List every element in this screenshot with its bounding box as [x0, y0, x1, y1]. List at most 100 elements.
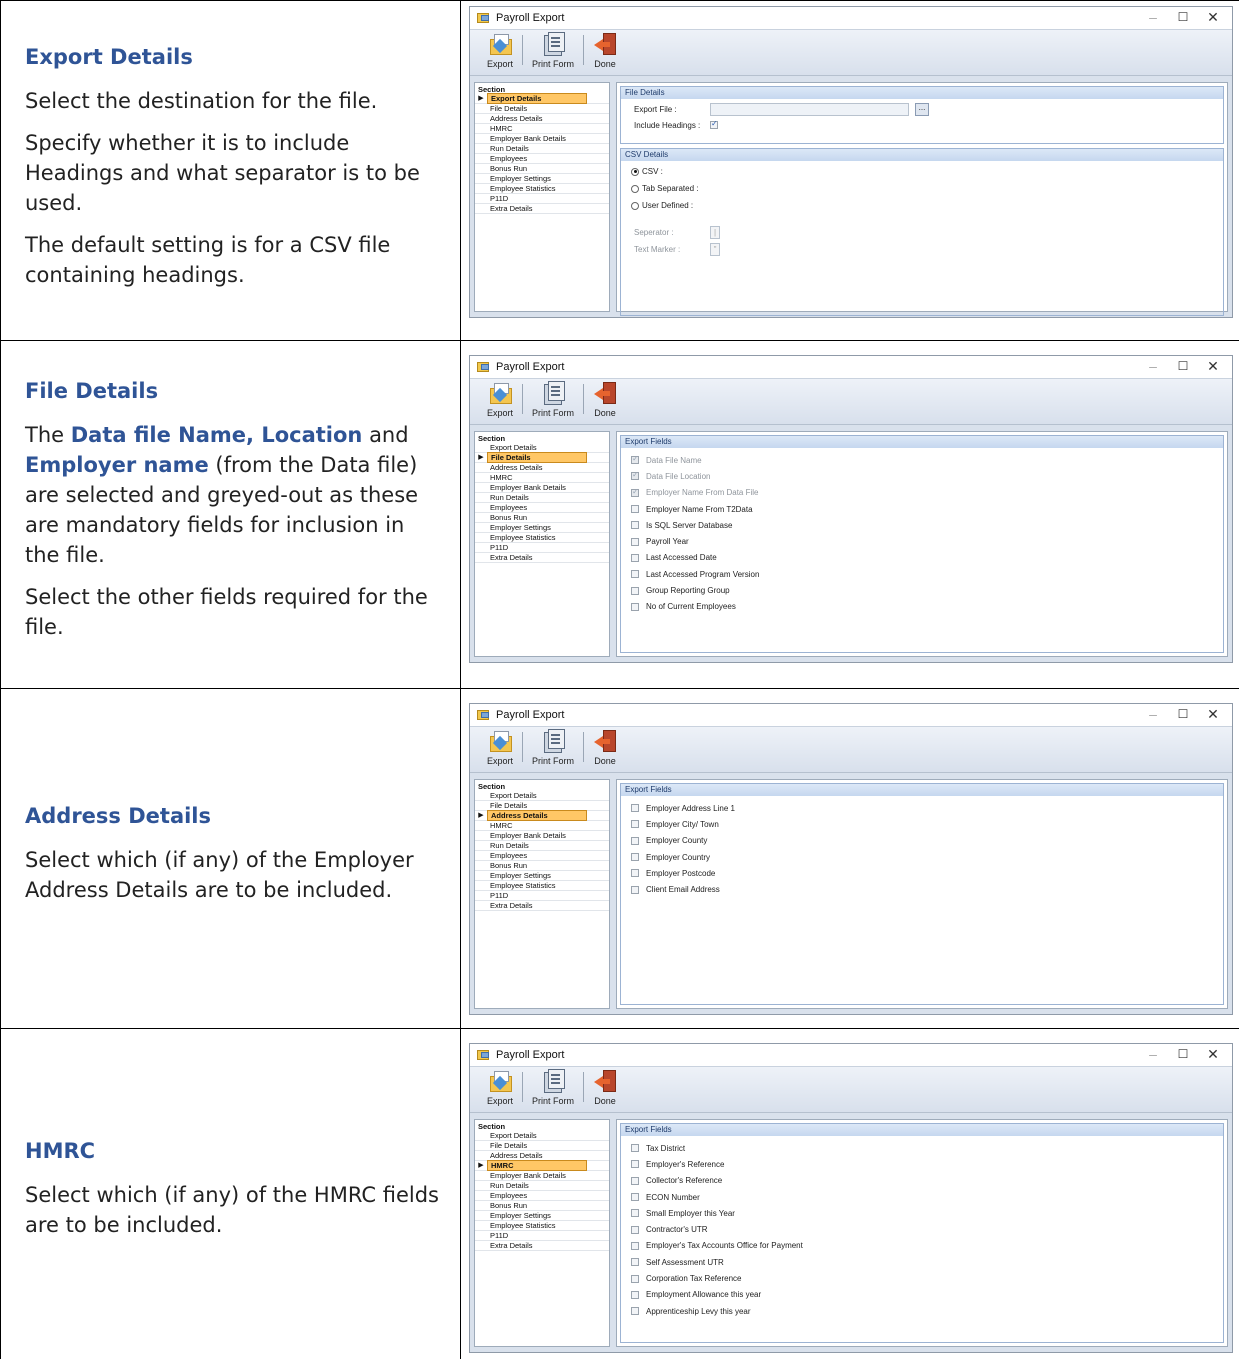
section-item[interactable]: Export Details	[475, 791, 609, 801]
section-item[interactable]: Employees	[475, 503, 609, 513]
separator-input[interactable]: |	[710, 226, 720, 239]
field-checkbox[interactable]	[631, 1275, 639, 1283]
field-checkbox[interactable]	[631, 1226, 639, 1234]
section-item[interactable]: Employer Bank Details	[475, 1171, 609, 1181]
section-item[interactable]: P11D	[475, 891, 609, 901]
section-item[interactable]: Bonus Run	[475, 1201, 609, 1211]
section-item[interactable]: Extra Details	[475, 901, 609, 911]
section-item[interactable]: Bonus Run	[475, 164, 609, 174]
section-item[interactable]: Employer Settings	[475, 523, 609, 533]
section-item[interactable]: Employee Statistics	[475, 184, 609, 194]
section-item[interactable]: Run Details	[475, 1181, 609, 1191]
tab-separated-radio[interactable]	[631, 185, 639, 193]
section-item[interactable]: ▶HMRC	[475, 1161, 609, 1171]
section-item[interactable]: Employees	[475, 154, 609, 164]
section-item[interactable]: Employer Settings	[475, 174, 609, 184]
section-item[interactable]: ▶Address Details	[475, 811, 609, 821]
section-item[interactable]: ▶File Details	[475, 453, 609, 463]
export-button[interactable]: Export	[484, 31, 516, 69]
user-defined-radio[interactable]	[631, 202, 639, 210]
section-item[interactable]: File Details	[475, 1141, 609, 1151]
section-item[interactable]: Employer Settings	[475, 871, 609, 881]
section-item[interactable]: Bonus Run	[475, 513, 609, 523]
section-item[interactable]: Bonus Run	[475, 861, 609, 871]
field-checkbox[interactable]	[631, 869, 639, 877]
section-item[interactable]: Employee Statistics	[475, 1221, 609, 1231]
field-checkbox[interactable]	[631, 587, 639, 595]
section-item[interactable]: Run Details	[475, 493, 609, 503]
section-item[interactable]: Employer Bank Details	[475, 831, 609, 841]
section-item[interactable]: P11D	[475, 194, 609, 204]
close-button[interactable]: ✕	[1200, 7, 1226, 29]
done-button[interactable]: Done	[590, 380, 620, 418]
done-button[interactable]: Done	[590, 728, 620, 766]
maximize-button[interactable]: ☐	[1170, 704, 1196, 726]
field-checkbox[interactable]	[631, 1193, 639, 1201]
field-checkbox[interactable]	[631, 886, 639, 894]
field-checkbox[interactable]	[631, 1307, 639, 1315]
export-button[interactable]: Export	[484, 1068, 516, 1106]
section-item[interactable]: HMRC	[475, 821, 609, 831]
section-item[interactable]: HMRC	[475, 124, 609, 134]
field-checkbox[interactable]	[631, 820, 639, 828]
section-item[interactable]: Employer Settings	[475, 1211, 609, 1221]
field-checkbox[interactable]	[631, 521, 639, 529]
section-item[interactable]: Address Details	[475, 463, 609, 473]
section-item[interactable]: ▶Export Details	[475, 94, 609, 104]
section-item[interactable]: P11D	[475, 543, 609, 553]
section-item[interactable]: Address Details	[475, 114, 609, 124]
csv-radio[interactable]	[631, 168, 639, 176]
section-item[interactable]: Employees	[475, 1191, 609, 1201]
minimize-button[interactable]: –	[1140, 7, 1166, 29]
browse-button[interactable]: ...	[915, 103, 929, 116]
close-button[interactable]: ✕	[1200, 704, 1226, 726]
field-checkbox[interactable]	[631, 837, 639, 845]
done-button[interactable]: Done	[590, 1068, 620, 1106]
section-item[interactable]: Employer Bank Details	[475, 134, 609, 144]
minimize-button[interactable]: –	[1140, 356, 1166, 378]
field-checkbox[interactable]	[631, 1209, 639, 1217]
maximize-button[interactable]: ☐	[1170, 7, 1196, 29]
close-button[interactable]: ✕	[1200, 1044, 1226, 1066]
field-checkbox[interactable]	[631, 853, 639, 861]
section-item[interactable]: Extra Details	[475, 204, 609, 214]
section-item[interactable]: Employer Bank Details	[475, 483, 609, 493]
section-item[interactable]: Export Details	[475, 1131, 609, 1141]
export-button[interactable]: Export	[484, 380, 516, 418]
field-checkbox[interactable]	[631, 1242, 639, 1250]
field-checkbox[interactable]	[631, 505, 639, 513]
export-button[interactable]: Export	[484, 728, 516, 766]
section-item[interactable]: Extra Details	[475, 1241, 609, 1251]
text-marker-input[interactable]: "	[710, 243, 720, 256]
section-item[interactable]: Extra Details	[475, 553, 609, 563]
section-item[interactable]: P11D	[475, 1231, 609, 1241]
section-item[interactable]: Employees	[475, 851, 609, 861]
print-form-button[interactable]: Print Form	[529, 728, 577, 766]
field-checkbox[interactable]	[631, 1291, 639, 1299]
print-form-button[interactable]: Print Form	[529, 1068, 577, 1106]
close-button[interactable]: ✕	[1200, 356, 1226, 378]
print-form-button[interactable]: Print Form	[529, 380, 577, 418]
field-checkbox[interactable]	[631, 1160, 639, 1168]
section-item[interactable]: Run Details	[475, 841, 609, 851]
include-headings-checkbox[interactable]	[710, 121, 718, 129]
field-checkbox[interactable]	[631, 1144, 639, 1152]
maximize-button[interactable]: ☐	[1170, 1044, 1196, 1066]
field-checkbox[interactable]	[631, 1258, 639, 1266]
export-file-input[interactable]	[710, 103, 909, 116]
field-checkbox[interactable]	[631, 804, 639, 812]
section-item[interactable]: File Details	[475, 104, 609, 114]
minimize-button[interactable]: –	[1140, 704, 1166, 726]
field-checkbox[interactable]	[631, 570, 639, 578]
section-item[interactable]: Employee Statistics	[475, 881, 609, 891]
section-item[interactable]: HMRC	[475, 473, 609, 483]
field-checkbox[interactable]	[631, 603, 639, 611]
field-checkbox[interactable]	[631, 1177, 639, 1185]
section-item[interactable]: Employee Statistics	[475, 533, 609, 543]
minimize-button[interactable]: –	[1140, 1044, 1166, 1066]
section-item[interactable]: Run Details	[475, 144, 609, 154]
field-checkbox[interactable]	[631, 538, 639, 546]
maximize-button[interactable]: ☐	[1170, 356, 1196, 378]
done-button[interactable]: Done	[590, 31, 620, 69]
field-checkbox[interactable]	[631, 554, 639, 562]
